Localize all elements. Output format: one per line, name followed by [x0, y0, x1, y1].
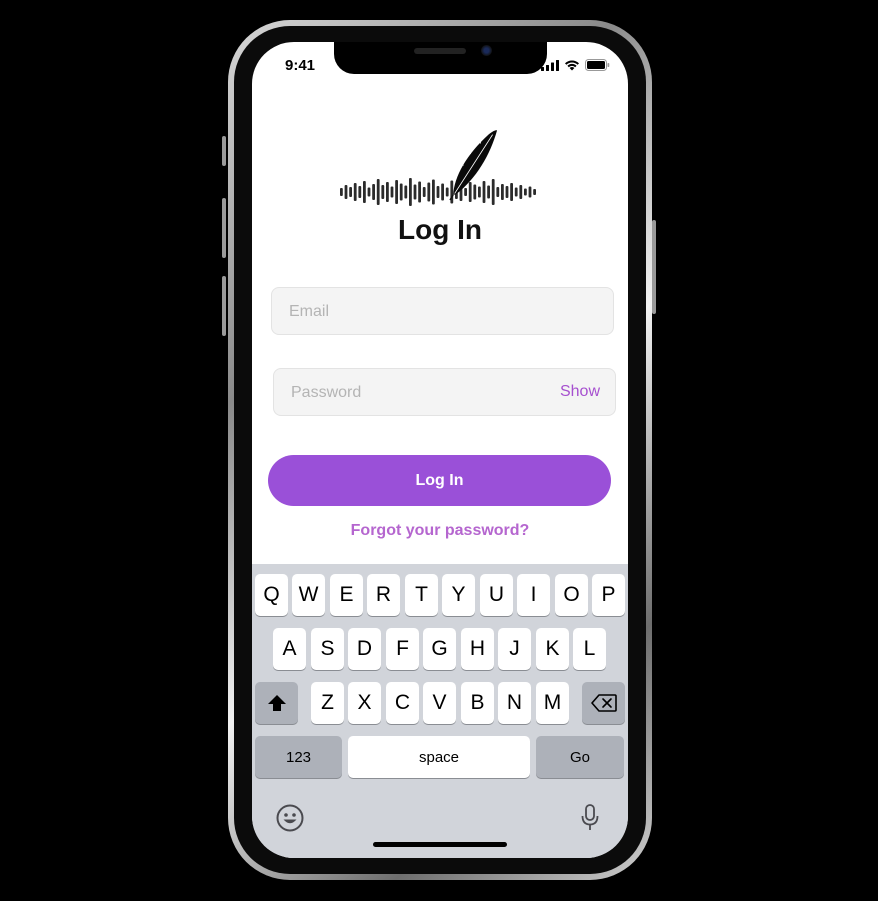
home-indicator [373, 842, 507, 847]
email-input[interactable] [287, 288, 531, 336]
battery-icon [585, 59, 610, 71]
speaker [414, 48, 466, 54]
key-l[interactable]: L [573, 628, 606, 670]
key-r[interactable]: R [367, 574, 400, 616]
key-q[interactable]: Q [255, 574, 288, 616]
key-o[interactable]: O [555, 574, 588, 616]
key-k[interactable]: K [536, 628, 569, 670]
key-y[interactable]: Y [442, 574, 475, 616]
key-w[interactable]: W [292, 574, 325, 616]
key-p[interactable]: P [592, 574, 625, 616]
key-f[interactable]: F [386, 628, 419, 670]
signal-icon [541, 59, 559, 71]
power-button [652, 220, 656, 314]
mute-switch [222, 136, 226, 166]
key-x[interactable]: X [348, 682, 381, 724]
microphone-icon[interactable] [580, 804, 600, 832]
notch [334, 42, 547, 74]
key-v[interactable]: V [423, 682, 456, 724]
keyboard: Q W E R T Y U I O P A S D F G H J K L Z … [252, 564, 628, 858]
key-d[interactable]: D [348, 628, 381, 670]
key-b[interactable]: B [461, 682, 494, 724]
key-e[interactable]: E [330, 574, 363, 616]
password-input[interactable] [289, 369, 533, 417]
status-icons [541, 59, 610, 71]
shift-key[interactable] [255, 682, 298, 724]
key-i[interactable]: I [517, 574, 550, 616]
backspace-key[interactable] [582, 682, 625, 724]
key-t[interactable]: T [405, 574, 438, 616]
space-key[interactable]: space [348, 736, 530, 778]
show-password-button[interactable]: Show [560, 369, 600, 415]
key-h[interactable]: H [461, 628, 494, 670]
password-field[interactable]: Show [273, 368, 616, 417]
volume-down-button [222, 276, 226, 336]
forgot-password-link[interactable]: Forgot your password? [252, 522, 628, 540]
go-key[interactable]: Go [536, 736, 624, 778]
front-camera [481, 45, 492, 56]
backspace-icon [590, 694, 617, 712]
volume-up-button [222, 198, 226, 258]
key-g[interactable]: G [423, 628, 456, 670]
key-m[interactable]: M [536, 682, 569, 724]
shift-icon [267, 695, 286, 711]
page-title: Log In [398, 214, 482, 245]
emoji-icon[interactable] [276, 804, 304, 832]
key-s[interactable]: S [311, 628, 344, 670]
key-z[interactable]: Z [311, 682, 344, 724]
screen: 9:41 Log In S [252, 42, 628, 858]
key-u[interactable]: U [480, 574, 513, 616]
key-a[interactable]: A [273, 628, 306, 670]
feather-soundwave-logo [340, 130, 536, 206]
wifi-icon [565, 60, 579, 71]
email-field[interactable] [271, 287, 614, 336]
key-c[interactable]: C [386, 682, 419, 724]
numbers-key[interactable]: 123 [255, 736, 342, 778]
key-j[interactable]: J [498, 628, 531, 670]
key-n[interactable]: N [498, 682, 531, 724]
status-time: 9:41 [285, 57, 316, 74]
login-button[interactable]: Log In [268, 455, 611, 506]
